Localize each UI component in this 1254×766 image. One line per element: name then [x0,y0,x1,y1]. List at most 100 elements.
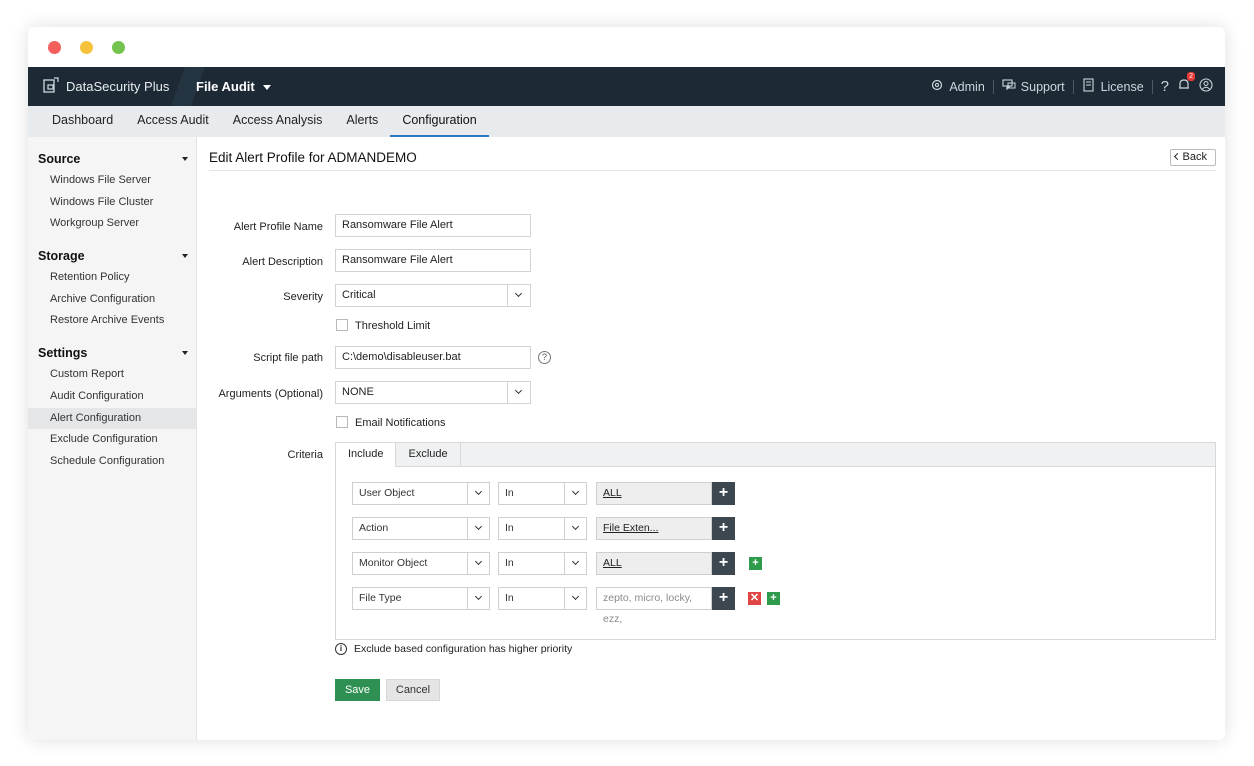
criteria-tabs: Include Exclude [336,443,1215,467]
notification-bell-icon[interactable]: 2 [1177,72,1195,95]
criteria-field-value: Monitor Object [359,557,428,569]
priority-note: i Exclude based configuration has higher… [335,643,572,655]
dropdown-toggle[interactable] [467,483,489,504]
sidebar-item-alert-configuration[interactable]: Alert Configuration [28,407,196,430]
dropdown-toggle[interactable] [564,553,586,574]
cancel-button[interactable]: Cancel [386,679,440,701]
dropdown-toggle[interactable] [507,382,530,403]
back-button[interactable]: Back [1169,149,1216,166]
dropdown-toggle[interactable] [507,285,530,306]
sidebar-item-windows-file-server[interactable]: Windows File Server [28,170,196,192]
tab-alerts[interactable]: Alerts [334,106,390,137]
dropdown-toggle[interactable] [467,518,489,539]
criteria-operator-select[interactable]: In [498,587,587,610]
tab-include[interactable]: Include [336,443,397,467]
admin-link[interactable]: Admin [930,78,985,95]
description-input[interactable]: Ransomware File Alert [335,249,531,272]
support-link[interactable]: Support [1002,78,1065,95]
criteria-value[interactable]: ALL [596,482,712,505]
criteria-operator-value: In [505,592,514,604]
criteria-operator-select[interactable]: In [498,552,587,575]
section-title: Settings [38,346,88,361]
maximize-window-button[interactable] [112,41,125,54]
tab-exclude[interactable]: Exclude [396,443,461,466]
top-right-menu: Admin Support License ? 2 [930,67,1213,106]
chevron-down-icon [474,487,483,496]
brand[interactable]: DataSecurity Plus [42,67,169,106]
chevron-down-icon [474,522,483,531]
criteria-field-select[interactable]: File Type [352,587,490,610]
criteria-value[interactable]: ALL [596,552,712,575]
dropdown-toggle[interactable] [564,483,586,504]
criteria-value[interactable]: File Exten... [596,517,712,540]
license-icon [1082,78,1096,95]
criteria-value-input[interactable]: zepto, micro, locky, ezz, [596,587,712,625]
threshold-checkbox[interactable] [336,319,348,331]
close-window-button[interactable] [48,41,61,54]
criteria-panel: Include Exclude User Object In ALL + Act… [335,442,1216,640]
profile-name-label: Alert Profile Name [233,221,323,233]
sidebar-item-restore-archive-events[interactable]: Restore Archive Events [28,310,196,332]
add-value-button[interactable]: + [712,552,735,575]
script-path-label: Script file path [253,352,323,364]
add-value-button[interactable]: + [712,517,735,540]
divider [992,79,994,94]
chevron-down-icon [514,386,523,395]
sidebar: Source Windows File Server Windows File … [28,137,197,740]
page-header: Edit Alert Profile for ADMANDEMO Back [209,137,1216,171]
sidebar-item-custom-report[interactable]: Custom Report [28,364,196,386]
remove-row-button[interactable]: ✕ [748,592,761,605]
add-row-button[interactable]: + [749,557,762,570]
module-switcher[interactable]: File Audit [196,67,271,106]
criteria-operator-select[interactable]: In [498,517,587,540]
dropdown-toggle[interactable] [564,518,586,539]
page-title: Edit Alert Profile for ADMANDEMO [209,150,417,165]
criteria-field-select[interactable]: Action [352,517,490,540]
arguments-select[interactable]: NONE [335,381,531,404]
tab-configuration[interactable]: Configuration [390,106,489,137]
profile-name-input[interactable]: Ransomware File Alert [335,214,531,237]
sidebar-item-exclude-configuration[interactable]: Exclude Configuration [28,429,196,451]
help-icon[interactable]: ? [538,351,551,364]
sidebar-item-archive-configuration[interactable]: Archive Configuration [28,289,196,311]
add-value-button[interactable]: + [712,482,735,505]
tab-access-analysis[interactable]: Access Analysis [221,106,335,137]
criteria-row: Action In File Exten... + [352,517,1212,540]
description-label: Alert Description [242,256,323,268]
criteria-field-select[interactable]: User Object [352,482,490,505]
sidebar-section-source[interactable]: Source [28,148,196,170]
sidebar-item-windows-file-cluster[interactable]: Windows File Cluster [28,192,196,214]
sidebar-item-schedule-configuration[interactable]: Schedule Configuration [28,451,196,473]
script-path-input[interactable]: C:\demo\disableuser.bat [335,346,531,369]
chevron-down-icon [571,522,580,531]
minimize-window-button[interactable] [80,41,93,54]
priority-note-text: Exclude based configuration has higher p… [354,643,573,655]
user-avatar-icon[interactable] [1199,78,1213,95]
license-link[interactable]: License [1082,78,1144,95]
sidebar-section-settings[interactable]: Settings [28,342,196,364]
dropdown-toggle[interactable] [467,588,489,609]
add-value-button[interactable]: + [712,587,735,610]
severity-select[interactable]: Critical [335,284,531,307]
criteria-field-select[interactable]: Monitor Object [352,552,490,575]
window-titlebar [28,27,1225,67]
add-row-button[interactable]: + [767,592,780,605]
dropdown-toggle[interactable] [564,588,586,609]
chat-icon [1002,78,1016,95]
chevron-down-icon [182,351,188,356]
sidebar-section-storage[interactable]: Storage [28,245,196,267]
app-window: DataSecurity Plus File Audit Admin Suppo… [28,27,1225,740]
criteria-row: File Type In zepto, micro, locky, ezz, +… [352,587,1212,625]
threshold-label: Threshold Limit [355,320,431,332]
tab-access-audit[interactable]: Access Audit [125,106,221,137]
sidebar-item-workgroup-server[interactable]: Workgroup Server [28,213,196,235]
criteria-field-value: User Object [359,487,415,499]
tab-dashboard[interactable]: Dashboard [40,106,125,137]
sidebar-item-audit-configuration[interactable]: Audit Configuration [28,386,196,408]
criteria-operator-select[interactable]: In [498,482,587,505]
save-button[interactable]: Save [335,679,380,701]
sidebar-item-retention-policy[interactable]: Retention Policy [28,267,196,289]
email-notifications-checkbox[interactable] [336,416,348,428]
dropdown-toggle[interactable] [467,553,489,574]
help-icon[interactable]: ? [1161,78,1169,95]
